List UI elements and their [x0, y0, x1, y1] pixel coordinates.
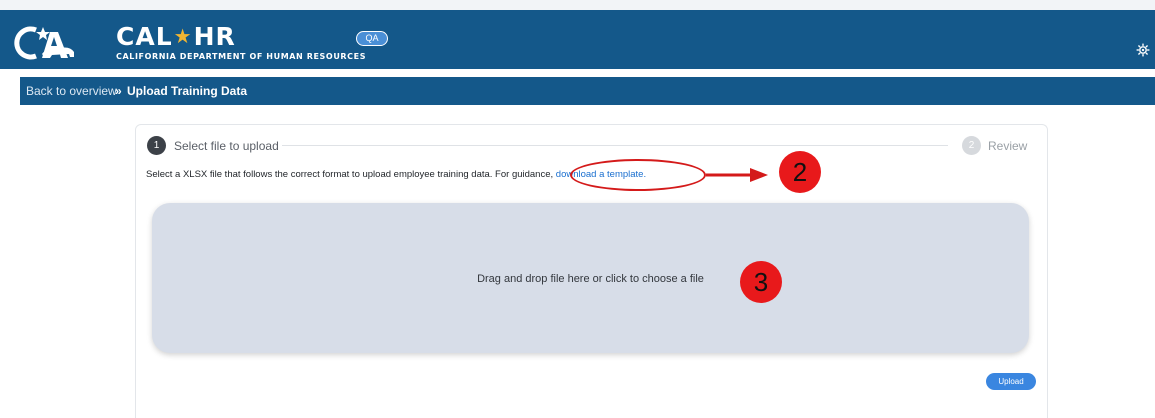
- calhr-logo-text: CAL★HR: [116, 22, 236, 51]
- calhr-subtitle: CALIFORNIA DEPARTMENT OF HUMAN RESOURCES: [116, 52, 367, 61]
- breadcrumb-separator: »: [115, 84, 122, 98]
- star-icon: ★: [173, 24, 193, 48]
- breadcrumb: Back to overview » Upload Training Data: [20, 77, 1155, 105]
- annotation-marker-3: 3: [740, 261, 782, 303]
- file-dropzone[interactable]: Drag and drop file here or click to choo…: [152, 203, 1029, 353]
- step-2-circle: 2: [962, 136, 981, 155]
- annotation-arrow-icon: [706, 168, 768, 182]
- step-1-circle: 1: [147, 136, 166, 155]
- step-1-label: Select file to upload: [174, 139, 279, 153]
- annotation-marker-2: 2: [779, 151, 821, 193]
- instruction-text: Select a XLSX file that follows the corr…: [146, 169, 554, 180]
- top-gap: [0, 0, 1155, 10]
- upload-button[interactable]: Upload: [986, 373, 1036, 390]
- gear-icon[interactable]: [1136, 43, 1150, 57]
- ca-state-logo[interactable]: [12, 24, 78, 62]
- stepper-connector: [282, 145, 948, 146]
- calhr-brand: CAL★HR CALIFORNIA DEPARTMENT OF HUMAN RE…: [116, 22, 367, 62]
- environment-badge: QA: [356, 31, 388, 46]
- back-to-overview-link[interactable]: Back to overview: [26, 77, 117, 105]
- breadcrumb-current: Upload Training Data: [127, 84, 248, 98]
- step-2-label: Review: [988, 139, 1028, 153]
- app-header: CAL★HR CALIFORNIA DEPARTMENT OF HUMAN RE…: [0, 10, 1155, 69]
- dropzone-text: Drag and drop file here or click to choo…: [477, 273, 704, 285]
- annotation-ellipse: [570, 159, 706, 191]
